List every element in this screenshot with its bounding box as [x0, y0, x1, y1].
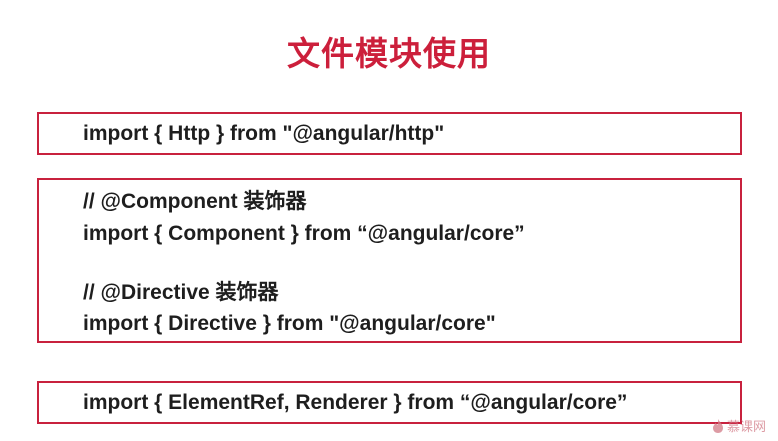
code-block-decorators: // @Component 装饰器 import { Component } f…	[37, 178, 742, 343]
flame-logo-icon	[712, 418, 723, 433]
comment-component-decorator: // @Component 装饰器	[83, 190, 307, 213]
code-line-http-import: import { Http } from "@angular/http"	[83, 122, 445, 145]
code-line-elementref-renderer-import: import { ElementRef, Renderer } from “@a…	[83, 391, 628, 414]
comment-directive-decorator: // @Directive 装饰器	[83, 281, 279, 304]
code-block-elementref-import: import { ElementRef, Renderer } from “@a…	[37, 381, 742, 424]
code-line-component-import: import { Component } from “@angular/core…	[83, 222, 525, 245]
watermark-logo: 慕课网	[712, 416, 766, 435]
code-block-http-import: import { Http } from "@angular/http"	[37, 112, 742, 155]
code-line-directive-import: import { Directive } from "@angular/core…	[83, 312, 496, 335]
watermark-text: 慕课网	[726, 420, 766, 435]
slide-title: 文件模块使用	[287, 34, 491, 73]
